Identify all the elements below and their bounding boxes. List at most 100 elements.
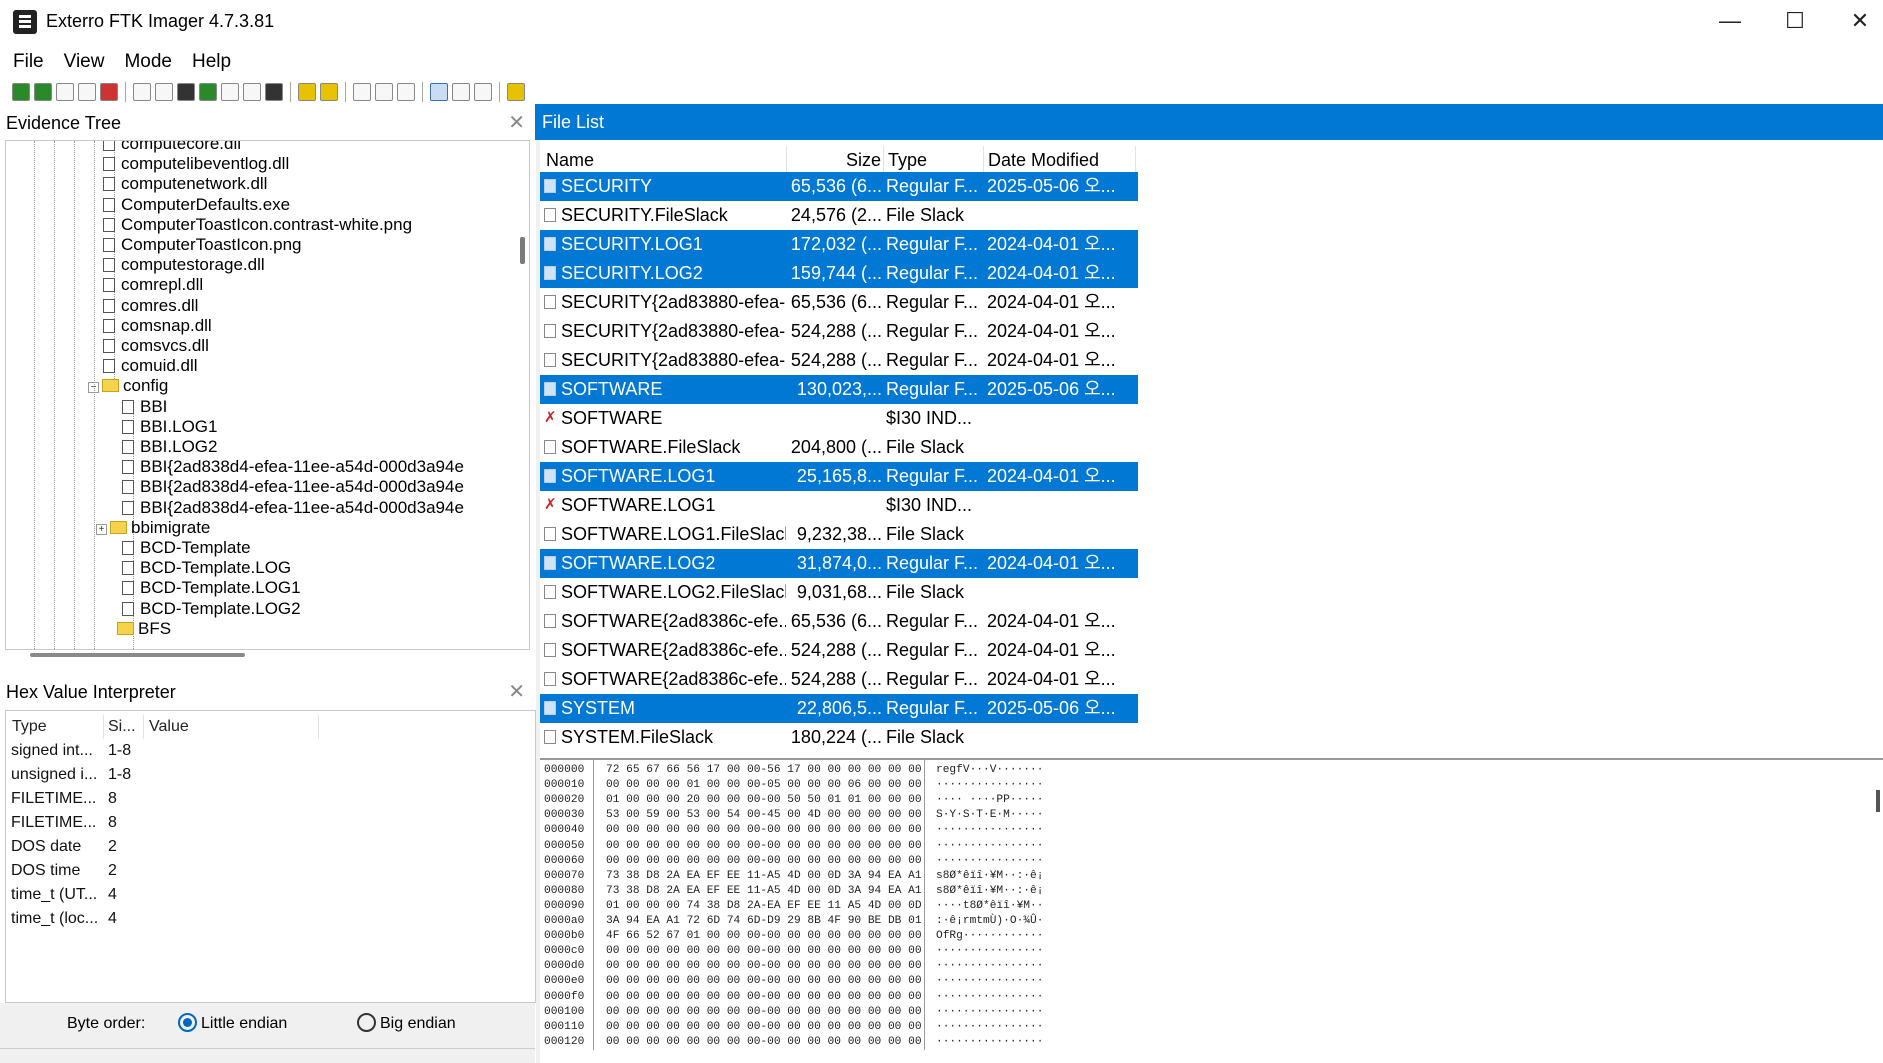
- radio-unselected-icon[interactable]: [357, 1013, 376, 1032]
- tree-folder-item[interactable]: BFS: [117, 619, 171, 639]
- file-row[interactable]: SECURITY.LOG1 172,032 (... Regular F... 202…: [540, 230, 1138, 259]
- column-header-type[interactable]: Type: [886, 146, 984, 174]
- tree-file-item[interactable]: ComputerDefaults.exe: [103, 195, 290, 215]
- image-mounting-icon[interactable]: [56, 83, 74, 101]
- menu-file[interactable]: File: [6, 48, 51, 76]
- expand-icon[interactable]: +: [96, 523, 107, 535]
- verify-drive-icon[interactable]: [397, 83, 415, 101]
- maximize-button[interactable]: ☐: [1765, 4, 1825, 38]
- help-icon[interactable]: [507, 83, 525, 101]
- auto-view-icon[interactable]: [430, 83, 448, 101]
- export-files-icon[interactable]: [320, 83, 338, 101]
- evidence-tree[interactable]: computecore.dll computelibeventlog.dll com…: [5, 140, 530, 650]
- file-row[interactable]: SOFTWARE.LOG1.FileSlack 9,232,38... File S…: [540, 520, 1138, 549]
- file-row[interactable]: SECURITY.LOG2 159,744 (... Regular F... 202…: [540, 259, 1138, 288]
- tree-file-item[interactable]: comuid.dll: [103, 356, 198, 376]
- bottom-tab-strip[interactable]: [0, 1048, 535, 1063]
- obtain-protected-files-icon[interactable]: [265, 83, 283, 101]
- hex-hex-text: 00 00 00 00 00 00 00 00-00 00 00 00 00 0…: [606, 1035, 922, 1048]
- hex-view-scrollbar-thumb[interactable]: [1876, 790, 1880, 812]
- tree-file-item[interactable]: BCD-Template.LOG: [122, 558, 291, 578]
- menu-view[interactable]: View: [57, 48, 112, 76]
- tree-file-item[interactable]: computenetwork.dll: [103, 174, 267, 194]
- hex-view[interactable]: 000000 72 65 67 66 56 17 00 00-56 17 00 0…: [540, 758, 1883, 1058]
- text-view-icon[interactable]: [452, 83, 470, 101]
- tree-file-item[interactable]: BCD-Template.LOG1: [122, 578, 301, 598]
- file-name-cell: SOFTWARE.LOG1: [561, 466, 716, 486]
- file-row[interactable]: SOFTWARE.LOG2.FileSlack 9,031,68... File S…: [540, 578, 1138, 607]
- tree-horizontal-scrollbar-thumb[interactable]: [30, 653, 245, 657]
- tree-file-item[interactable]: comrepl.dll: [103, 275, 203, 295]
- export-logical-image-icon[interactable]: [177, 83, 195, 101]
- column-header-value[interactable]: Value: [149, 715, 319, 739]
- tree-folder-item[interactable]: + bbimigrate: [96, 518, 210, 538]
- file-row[interactable]: SECURITY{2ad83880-efea-... 65,536 (6... Re…: [540, 288, 1138, 317]
- file-list[interactable]: Name Size Type Date Modified SECURITY 65,…: [540, 140, 1883, 755]
- file-row[interactable]: SECURITY{2ad83880-efea-... 524,288 (... Re…: [540, 317, 1138, 346]
- tree-file-item[interactable]: computelibeventlog.dll: [103, 154, 289, 174]
- column-header-size[interactable]: Size: [788, 146, 884, 174]
- tree-file-item[interactable]: ComputerToastIcon.png: [103, 235, 302, 255]
- evidence-tree-close-icon[interactable]: ✕: [508, 107, 525, 139]
- collapse-icon[interactable]: −: [88, 382, 99, 394]
- tree-file-item[interactable]: BBI{2ad838d4-efea-11ee-a54d-000d3a94e: [122, 477, 464, 497]
- tree-vertical-scrollbar-thumb[interactable]: [520, 237, 525, 264]
- file-row[interactable]: ✗ SOFTWARE.LOG1 $I30 IND...: [540, 491, 1138, 520]
- tree-file-item[interactable]: BCD-Template: [122, 538, 251, 558]
- file-row[interactable]: SOFTWARE 130,023,... Regular F... 2025-05-0…: [540, 375, 1138, 404]
- create-disk-image-icon[interactable]: [133, 83, 151, 101]
- file-row[interactable]: SECURITY 65,536 (6... Regular F... 2025-05-…: [540, 172, 1138, 201]
- minimize-button[interactable]: —: [1700, 4, 1760, 38]
- hex-view-icon[interactable]: [474, 83, 492, 101]
- column-header-type[interactable]: Type: [12, 715, 104, 739]
- tree-file-item[interactable]: ComputerToastIcon.contrast-white.png: [103, 215, 412, 235]
- file-row[interactable]: SOFTWARE{2ad8386c-efe... 524,288 (... Regu…: [540, 636, 1138, 665]
- export-disk-image-icon[interactable]: [155, 83, 173, 101]
- remove-all-evidence-icon[interactable]: [100, 83, 118, 101]
- file-row[interactable]: ✗ SOFTWARE $I30 IND...: [540, 404, 1138, 433]
- export-directory-listing-icon[interactable]: [375, 83, 393, 101]
- add-evidence-icon[interactable]: [12, 83, 30, 101]
- export-file-hash-list-icon[interactable]: [353, 83, 371, 101]
- tree-file-item[interactable]: BBI: [122, 397, 167, 417]
- tree-file-item[interactable]: comsnap.dll: [103, 316, 212, 336]
- file-row[interactable]: SOFTWARE.LOG2 31,874,0... Regular F... 2024…: [540, 549, 1138, 578]
- menu-help[interactable]: Help: [185, 48, 238, 76]
- file-row[interactable]: SOFTWARE.FileSlack 204,800 (... File Slack: [540, 433, 1138, 462]
- file-row[interactable]: SECURITY.FileSlack 24,576 (2... File Slack: [540, 201, 1138, 230]
- tree-file-item[interactable]: comsvcs.dll: [103, 336, 209, 356]
- tree-file-item[interactable]: computecore.dll: [103, 141, 241, 154]
- file-row[interactable]: SOFTWARE.LOG1 25,165,8... Regular F... 2024…: [540, 462, 1138, 491]
- column-header-size[interactable]: Si...: [108, 715, 144, 739]
- column-header-date-modified[interactable]: Date Modified: [986, 146, 1136, 174]
- radio-selected-icon[interactable]: [178, 1013, 197, 1032]
- big-endian-radio[interactable]: Big endian: [357, 1013, 456, 1033]
- close-button[interactable]: ✕: [1830, 4, 1883, 38]
- decrypt-icon[interactable]: [243, 83, 261, 101]
- file-list-header: File List: [535, 104, 1883, 140]
- add-all-evidence-icon[interactable]: [34, 83, 52, 101]
- file-row[interactable]: SYSTEM.FileSlack 180,224 (... File Slack: [540, 723, 1138, 752]
- tree-file-item[interactable]: computestorage.dll: [103, 255, 265, 275]
- tree-file-item[interactable]: BBI.LOG1: [122, 417, 217, 437]
- little-endian-radio[interactable]: Little endian: [178, 1013, 287, 1033]
- file-row[interactable]: SOFTWARE{2ad8386c-efe... 65,536 (6... Regu…: [540, 607, 1138, 636]
- tree-file-item[interactable]: BBI.LOG2: [122, 437, 217, 457]
- tree-file-item[interactable]: BCD-Template.LOG2: [122, 599, 301, 619]
- tree-file-item[interactable]: BBI{2ad838d4-efea-11ee-a54d-000d3a94e: [122, 457, 464, 477]
- tree-file-item[interactable]: comres.dll: [103, 296, 198, 316]
- create-custom-image-icon[interactable]: [221, 83, 239, 101]
- remove-evidence-icon[interactable]: [78, 83, 96, 101]
- column-header-name[interactable]: Name: [544, 146, 787, 174]
- tree-file-item[interactable]: BBI{2ad838d4-efea-11ee-a54d-000d3a94e: [122, 498, 464, 518]
- menu-mode[interactable]: Mode: [117, 48, 179, 76]
- detect-efs-icon[interactable]: [298, 83, 316, 101]
- file-row[interactable]: SECURITY{2ad83880-efea-... 524,288 (... Re…: [540, 346, 1138, 375]
- file-date-cell: 2024-04-01 오...: [987, 553, 1116, 573]
- add-to-custom-image-icon[interactable]: [199, 83, 217, 101]
- tree-folder-item[interactable]: − config: [88, 376, 168, 396]
- file-row[interactable]: SOFTWARE{2ad8386c-efe... 524,288 (... Regu…: [540, 665, 1138, 694]
- file-icon: [544, 440, 556, 454]
- file-row[interactable]: SYSTEM 22,806,5... Regular F... 2025-05-06 …: [540, 694, 1138, 723]
- hex-interpreter-close-icon[interactable]: ✕: [508, 676, 525, 708]
